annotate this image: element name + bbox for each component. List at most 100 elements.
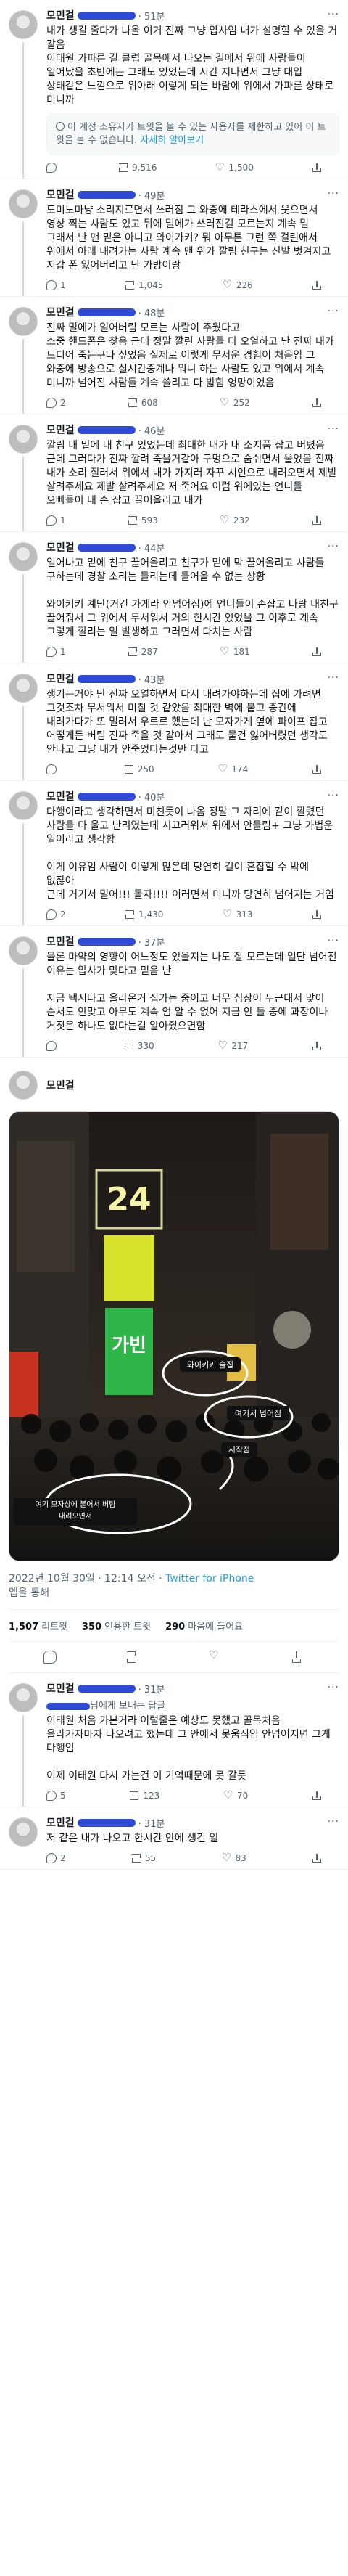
quotes-stat[interactable]: 350 인용한 트윗	[82, 1619, 151, 1632]
share-button[interactable]	[312, 647, 322, 657]
reply-button[interactable]	[46, 764, 60, 774]
timestamp[interactable]: · 46분	[138, 423, 165, 437]
retweets-stat[interactable]: 1,507 리트윗	[9, 1619, 67, 1632]
retweet-button[interactable]: 55	[131, 1853, 156, 1863]
more-options-icon[interactable]: ···	[328, 672, 339, 684]
more-options-icon[interactable]: ···	[328, 790, 339, 801]
client-link[interactable]: Twitter for iPhone	[165, 1573, 254, 1585]
avatar[interactable]	[9, 10, 38, 39]
tweet-2[interactable]: 모민걸 · 49분 ··· 도미노마냥 소리지르면서 쓰러짐 그 와중에 테라스에…	[0, 179, 348, 297]
timestamp[interactable]: · 43분	[138, 672, 165, 686]
like-button[interactable]: 1,500	[215, 160, 254, 173]
avatar[interactable]	[9, 425, 38, 454]
tweet-1[interactable]: 모민걸 · 51분 ··· 내가 생길 줄다가 나올 이거 진짜 그냥 압사임 내…	[0, 0, 348, 179]
author-name[interactable]: 모민걸	[46, 187, 75, 202]
timestamp[interactable]: · 44분	[138, 541, 165, 555]
share-button[interactable]	[312, 1853, 322, 1863]
avatar[interactable]	[9, 791, 38, 820]
reply-button[interactable]	[46, 163, 60, 173]
retweet-button[interactable]: 250	[124, 764, 154, 774]
timestamp[interactable]: · 31분	[138, 1816, 165, 1830]
author-name[interactable]: 모민걸	[46, 789, 75, 804]
reply-1[interactable]: 모민걸 · 31분 ··· 님에게 보내는 답글 이태원 처음 가본거라 이럴줄은…	[0, 1673, 348, 1807]
retweet-icon[interactable]	[126, 1651, 139, 1664]
reply-button[interactable]: 2	[46, 1853, 66, 1863]
avatar[interactable]	[9, 936, 38, 965]
retweet-button[interactable]: 330	[124, 1041, 154, 1051]
tweet-3[interactable]: 모민걸 · 48분 ··· 진짜 밀에가 일어버림 모르는 사람이 주웠다고 소중…	[0, 297, 348, 414]
heart-icon[interactable]	[209, 1648, 222, 1664]
more-options-icon[interactable]: ···	[328, 188, 339, 200]
retweet-button[interactable]: 1,045	[125, 280, 163, 290]
reply-button[interactable]: 1	[46, 280, 66, 290]
timestamp[interactable]: · 37분	[138, 935, 165, 949]
tweet-5[interactable]: 모민걸 · 44분 ··· 일어나고 밑에 친구 끌어올리고 친구가 밑에 막 끌…	[0, 532, 348, 663]
likes-stat[interactable]: 290 마음에 들어요	[165, 1619, 243, 1632]
share-button[interactable]	[312, 515, 322, 526]
avatar[interactable]	[9, 1071, 38, 1100]
avatar[interactable]	[9, 542, 38, 571]
more-options-icon[interactable]: ···	[328, 9, 339, 20]
like-button[interactable]: 70	[223, 1788, 248, 1802]
tweet-4[interactable]: 모민걸 · 46분 ··· 깔림 내 밑에 내 친구 있었는데 최대한 내가 내 …	[0, 414, 348, 532]
avatar[interactable]	[9, 674, 38, 703]
more-options-icon[interactable]: ···	[328, 935, 339, 946]
author-name[interactable]: 모민걸	[46, 540, 75, 555]
like-button[interactable]: 232	[220, 513, 250, 526]
reply-button[interactable]: 2	[46, 398, 66, 408]
more-options-icon[interactable]: ···	[328, 1682, 339, 1693]
learn-more-link[interactable]: 자세히 알아보기	[140, 135, 204, 146]
timestamp[interactable]: · 40분	[138, 790, 165, 804]
share-button[interactable]	[312, 764, 322, 774]
tweet-6[interactable]: 모민걸 · 43분 ··· 생기는거야 난 진짜 오열하면서 다시 내려가야하는데…	[0, 663, 348, 781]
more-options-icon[interactable]: ···	[328, 541, 339, 552]
like-button[interactable]: 313	[223, 907, 253, 920]
author-name[interactable]: 모민걸	[46, 671, 75, 686]
like-button[interactable]: 181	[220, 645, 250, 658]
author-name[interactable]: 모민걸	[46, 1815, 75, 1830]
retweet-button[interactable]: 123	[129, 1791, 160, 1801]
reply-icon[interactable]	[44, 1651, 57, 1664]
share-button[interactable]	[312, 163, 322, 173]
reply-button[interactable]: 1	[46, 515, 66, 526]
avatar[interactable]	[9, 1683, 38, 1712]
avatar[interactable]	[9, 1817, 38, 1847]
timestamp[interactable]: · 31분	[138, 1682, 165, 1696]
more-options-icon[interactable]: ···	[328, 423, 339, 435]
author-name[interactable]: 모민걸	[46, 422, 75, 437]
timestamp[interactable]: · 49분	[138, 188, 165, 202]
avatar[interactable]	[9, 189, 38, 218]
like-button[interactable]: 252	[220, 396, 250, 409]
reply-2[interactable]: 모민걸 · 31분 ··· 저 같은 내가 나오고 한시간 안에 생긴 일 2 5…	[0, 1807, 348, 1870]
reply-button[interactable]: 5	[46, 1791, 66, 1801]
retweet-button[interactable]: 287	[128, 647, 158, 657]
tweet-8[interactable]: 모민걸 · 37분 ··· 물론 마약의 영향이 어느정도 있을지는 나도 잘 모…	[0, 926, 348, 1058]
author-name[interactable]: 모민걸	[46, 934, 75, 949]
tweet-date[interactable]: 2022년 10월 30일 · 12:14 오전 ·	[9, 1573, 165, 1585]
like-button[interactable]: 174	[218, 762, 248, 775]
share-button[interactable]	[312, 280, 322, 290]
reply-button[interactable]: 1	[46, 647, 66, 657]
share-button[interactable]	[312, 1791, 322, 1801]
share-button[interactable]	[312, 1041, 322, 1051]
main-tweet[interactable]: 모민걸 24 가빈 와이키키 술집 여기서 넘어짐 시작점 여기 모자상에 붙어…	[0, 1058, 348, 1673]
author-name[interactable]: 모민걸	[46, 1078, 75, 1092]
share-button[interactable]	[312, 398, 322, 408]
timestamp[interactable]: · 48분	[138, 306, 165, 319]
retweet-button[interactable]: 593	[128, 515, 158, 526]
retweet-button[interactable]: 608	[128, 398, 158, 408]
tweet-7[interactable]: 모민걸 · 40분 ··· 다행이라고 생각하면서 미친듯이 나옴 정말 그 자리…	[0, 781, 348, 926]
reply-button[interactable]: 2	[46, 909, 66, 920]
avatar[interactable]	[9, 307, 38, 336]
author-name[interactable]: 모민걸	[46, 305, 75, 319]
share-button[interactable]	[312, 909, 322, 920]
reply-button[interactable]	[46, 1041, 60, 1051]
timestamp[interactable]: · 51분	[138, 9, 165, 23]
like-button[interactable]: 217	[218, 1039, 248, 1052]
tweet-photo[interactable]: 24 가빈 와이키키 술집 여기서 넘어짐 시작점 여기 모자상에 붙어서 버팀…	[9, 1111, 339, 1561]
retweet-button[interactable]: 1,430	[125, 909, 163, 920]
like-button[interactable]: 226	[223, 278, 253, 291]
like-button[interactable]: 83	[221, 1851, 246, 1864]
share-icon[interactable]	[291, 1651, 304, 1664]
author-name[interactable]: 모민걸	[46, 1681, 75, 1696]
